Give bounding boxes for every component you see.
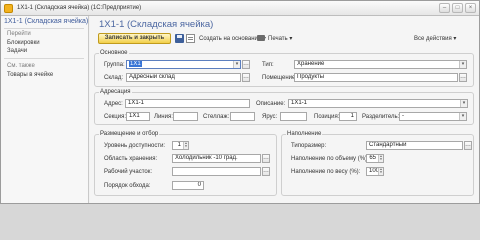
section-field[interactable]: 1Х1 xyxy=(126,112,150,121)
access-level-label: Уровень доступности: xyxy=(104,143,166,149)
warehouse-field[interactable]: Адресный склад xyxy=(126,73,241,82)
save-and-close-button[interactable]: Записать и закрыть xyxy=(98,33,171,44)
line-field[interactable] xyxy=(173,112,198,121)
dropdown-arrow-icon[interactable]: ▾ xyxy=(460,100,467,107)
page-title: 1Х1-1 (Складская ячейка) xyxy=(99,19,214,30)
save-icon[interactable] xyxy=(175,34,184,43)
warehouse-select-button[interactable]: … xyxy=(242,73,250,82)
work-area-select-button[interactable]: … xyxy=(262,167,270,176)
dropdown-arrow-icon[interactable]: ▾ xyxy=(459,61,466,68)
size-type-label: Типоразмер: xyxy=(291,143,327,149)
room-label: Помещение: xyxy=(262,75,297,81)
rack-field[interactable] xyxy=(230,112,255,121)
line-label: Линия: xyxy=(154,114,173,120)
group-title-filling: Наполнение xyxy=(286,131,323,137)
work-area-label: Рабочий участок: xyxy=(104,169,153,175)
group-title-main: Основное xyxy=(99,50,129,56)
sidebar-item-tasks[interactable]: Задачи xyxy=(7,48,27,54)
storage-area-field[interactable]: Холодильник -10 град. xyxy=(172,154,261,163)
room-select-button[interactable]: … xyxy=(459,73,467,82)
group-field[interactable]: 1Х1 ▾ xyxy=(126,60,241,69)
volume-fill-stepper[interactable]: 65 ▲ ▼ xyxy=(366,154,384,163)
bypass-order-field[interactable]: 0 xyxy=(172,181,204,190)
app-window: 1Х1-1 (Складская ячейка) (1С:Предприятие… xyxy=(0,0,480,204)
group-select-button[interactable]: … xyxy=(242,60,250,69)
type-label: Тип: xyxy=(262,62,274,68)
tier-field[interactable] xyxy=(280,112,307,121)
storage-area-select-button[interactable]: … xyxy=(262,154,270,163)
group-placement: Размещение и отбор Уровень доступности: … xyxy=(94,131,277,196)
rack-label: Стеллаж: xyxy=(203,114,230,120)
sidebar-item-goods-in-cell[interactable]: Товары в ячейке xyxy=(7,72,53,78)
group-title-placement: Размещение и отбор xyxy=(99,131,160,137)
group-label: Группа: xyxy=(104,62,125,68)
tier-label: Ярус: xyxy=(262,114,278,120)
minimize-icon[interactable]: – xyxy=(439,3,450,13)
group-title-addressing: Адресация xyxy=(99,89,132,95)
close-icon[interactable]: × xyxy=(465,3,476,13)
spin-arrows-icon[interactable]: ▲ ▼ xyxy=(378,155,383,162)
separator-field[interactable]: - ▾ xyxy=(399,112,467,121)
section-label: Секция: xyxy=(104,114,126,120)
sidebar-section-see-also: См. также xyxy=(7,63,35,69)
spin-arrows-icon[interactable]: ▲ ▼ xyxy=(378,168,383,175)
navigation-panel: 1Х1-1 (Складская ячейка) Перейти Блокиро… xyxy=(1,16,89,203)
maximize-icon[interactable]: □ xyxy=(452,3,463,13)
form-area: 1Х1-1 (Складская ячейка) Записать и закр… xyxy=(90,16,479,203)
divider xyxy=(4,58,84,59)
create-based-on-button[interactable]: Создать на основании ▾ xyxy=(199,35,266,42)
title-bar: 1Х1-1 (Складская ячейка) (1С:Предприятие… xyxy=(1,1,479,16)
access-level-stepper[interactable]: 1 ▲ ▼ xyxy=(172,141,189,150)
type-field[interactable]: Хранение ▾ xyxy=(294,60,467,69)
all-actions-button[interactable]: Все действия ▾ xyxy=(414,35,456,42)
warehouse-label: Склад: xyxy=(104,75,124,81)
dropdown-arrow-icon[interactable]: ▾ xyxy=(459,113,466,120)
post-document-icon[interactable] xyxy=(186,34,195,43)
description-label: Описание: xyxy=(256,101,286,107)
position-field[interactable]: 1 xyxy=(339,112,357,121)
sidebar-section-go: Перейти xyxy=(7,31,31,37)
size-type-select-button[interactable]: … xyxy=(464,141,472,150)
weight-fill-stepper[interactable]: 100 ▲ ▼ xyxy=(366,167,384,176)
separator-label: Разделитель: xyxy=(362,114,400,120)
dropdown-arrow-icon[interactable]: ▾ xyxy=(233,61,240,68)
work-area-field[interactable] xyxy=(172,167,261,176)
1c-logo-icon xyxy=(4,4,13,13)
window-controls: – □ × xyxy=(439,3,476,13)
group-main: Основное Группа: 1Х1 ▾ … Тип: Хранение ▾… xyxy=(94,50,474,87)
description-field[interactable]: 1Х1-1 ▾ xyxy=(288,99,468,108)
divider xyxy=(4,28,84,29)
address-field[interactable]: 1Х1-1 xyxy=(125,99,250,108)
bypass-order-label: Порядок обхода: xyxy=(104,183,151,189)
spin-arrows-icon[interactable]: ▲ ▼ xyxy=(183,142,188,149)
print-button[interactable]: Печать ▾ xyxy=(268,35,292,42)
storage-area-label: Область хранения: xyxy=(104,156,158,162)
size-type-field[interactable]: Стандартный xyxy=(366,141,463,150)
group-filling: Наполнение Типоразмер: Стандартный … Нап… xyxy=(281,131,474,196)
address-label: Адрес: xyxy=(104,101,123,107)
sidebar-item-locks[interactable]: Блокировки xyxy=(7,40,40,46)
printer-icon[interactable] xyxy=(257,35,265,41)
position-label: Позиция: xyxy=(314,114,340,120)
group-addressing: Адресация Адрес: 1Х1-1 Описание: 1Х1-1 ▾… xyxy=(94,89,474,125)
volume-fill-label: Наполнение по объему (%): xyxy=(291,156,369,162)
form-toolbar: Записать и закрыть Создать на основании … xyxy=(90,32,479,46)
weight-fill-label: Наполнение по весу (%): xyxy=(291,169,361,175)
room-field[interactable]: Продукты xyxy=(294,73,458,82)
sidebar-title: 1Х1-1 (Складская ячейка) xyxy=(4,18,89,25)
window-title: 1Х1-1 (Складская ячейка) (1С:Предприятие… xyxy=(17,5,142,11)
